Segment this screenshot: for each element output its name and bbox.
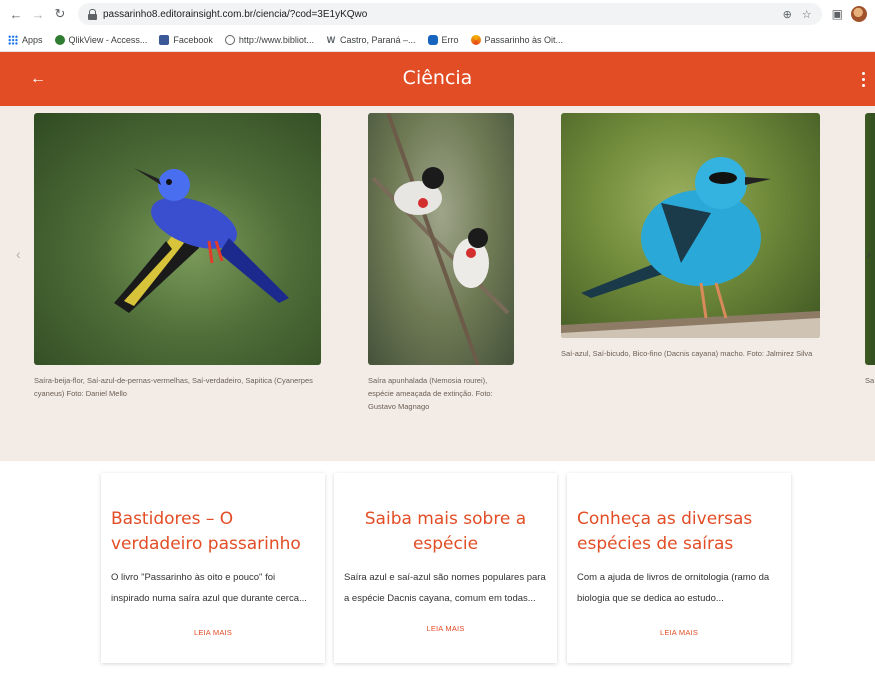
dacnis-bird-illustration <box>561 157 820 338</box>
card-title[interactable]: Bastidores – O verdadeiro passarinho <box>111 507 315 557</box>
bookmark-qlikview[interactable]: QlikView - Access... <box>54 34 147 45</box>
back-arrow-icon[interactable]: ← <box>8 6 24 22</box>
bird-photo <box>561 113 820 338</box>
card-excerpt: Com a ajuda de livros de ornitologia (ra… <box>577 572 770 604</box>
bird-photo <box>368 113 514 365</box>
chevron-right-icon[interactable]: › <box>866 246 871 262</box>
swirl-icon <box>470 34 481 45</box>
bookmark-passarinho[interactable]: Passarinho às Oit... <box>470 34 563 45</box>
bird-photo <box>34 113 321 365</box>
page-title: Ciência <box>402 67 473 89</box>
bookmark-apps[interactable]: Apps <box>8 34 43 45</box>
bookmark-biblioteca[interactable]: http://www.bibliot... <box>224 34 314 45</box>
apps-grid-icon <box>8 34 18 45</box>
article-card[interactable]: Bastidores – O verdadeiro passarinho O l… <box>101 473 325 663</box>
app-header: ← Ciência <box>0 52 875 106</box>
read-more-link[interactable]: LEIA MAIS <box>577 628 781 637</box>
bookmarks-bar: Apps QlikView - Access... Facebook http:… <box>0 28 875 51</box>
doc-icon <box>427 34 438 45</box>
card-excerpt: O livro "Passarinho às oito e pouco" foi… <box>111 572 307 604</box>
photo-caption: Saí-azul, Saí-bicudo, Bico-fino (Dacnis … <box>561 349 813 358</box>
browser-chrome: ← → ↻ passarinho8.editorainsight.com.br/… <box>0 0 875 52</box>
photo-caption: Sa <box>865 376 875 385</box>
photo-caption: Saíra apunhalada (Nemosia rourei), espéc… <box>368 376 493 411</box>
photo-carousel[interactable]: ‹ Saíra-beija-flor, Saí-azul-de-pernas-v… <box>0 106 875 461</box>
carousel-slide[interactable]: Saíra-beija-flor, Saí-azul-de-pernas-ver… <box>34 113 321 400</box>
nemosia-birds-illustration <box>371 113 510 365</box>
carousel-slide[interactable]: Saíra apunhalada (Nemosia rourei), espéc… <box>368 113 514 413</box>
arrow-left-icon[interactable]: ← <box>30 70 46 88</box>
address-bar-row: ← → ↻ passarinho8.editorainsight.com.br/… <box>0 0 875 28</box>
read-more-link[interactable]: LEIA MAIS <box>344 624 547 633</box>
bookmark-facebook[interactable]: Facebook <box>159 34 213 45</box>
forward-arrow-icon[interactable]: → <box>30 6 46 22</box>
zoom-icon[interactable]: ⊕ <box>783 8 792 21</box>
photo-caption: Saíra-beija-flor, Saí-azul-de-pernas-ver… <box>34 376 313 398</box>
extension-icon[interactable]: ▣ <box>832 7 843 21</box>
wikipedia-icon: W <box>326 34 336 45</box>
address-bar[interactable]: passarinho8.editorainsight.com.br/cienci… <box>78 3 822 25</box>
lock-icon <box>88 8 97 20</box>
bird-photo <box>865 113 875 365</box>
article-card[interactable]: Saiba mais sobre a espécie Saíra azul e … <box>334 473 557 663</box>
url-text[interactable]: passarinho8.editorainsight.com.br/cienci… <box>103 9 367 20</box>
read-more-link[interactable]: LEIA MAIS <box>111 628 315 637</box>
article-cards: Bastidores – O verdadeiro passarinho O l… <box>0 461 875 663</box>
bookmark-castro[interactable]: W Castro, Paraná –... <box>326 35 416 45</box>
article-card[interactable]: Conheça as diversas espécies de saíras C… <box>567 473 791 663</box>
profile-avatar[interactable] <box>851 6 867 22</box>
card-title[interactable]: Conheça as diversas espécies de saíras <box>577 507 781 557</box>
card-title[interactable]: Saiba mais sobre a espécie <box>344 507 547 557</box>
bookmark-erro[interactable]: Erro <box>427 34 459 45</box>
star-icon[interactable]: ☆ <box>802 8 812 21</box>
reload-icon[interactable]: ↻ <box>52 6 68 22</box>
kebab-menu-icon[interactable] <box>861 72 865 87</box>
card-excerpt: Saíra azul e saí-azul são nomes populare… <box>344 572 546 604</box>
facebook-icon <box>159 34 170 45</box>
chevron-left-icon[interactable]: ‹ <box>16 246 21 262</box>
qlikview-icon <box>54 34 65 45</box>
cyanerpes-bird-illustration <box>114 168 289 313</box>
globe-icon <box>224 34 235 45</box>
carousel-slide[interactable]: Saí-azul, Saí-bicudo, Bico-fino (Dacnis … <box>561 113 820 360</box>
